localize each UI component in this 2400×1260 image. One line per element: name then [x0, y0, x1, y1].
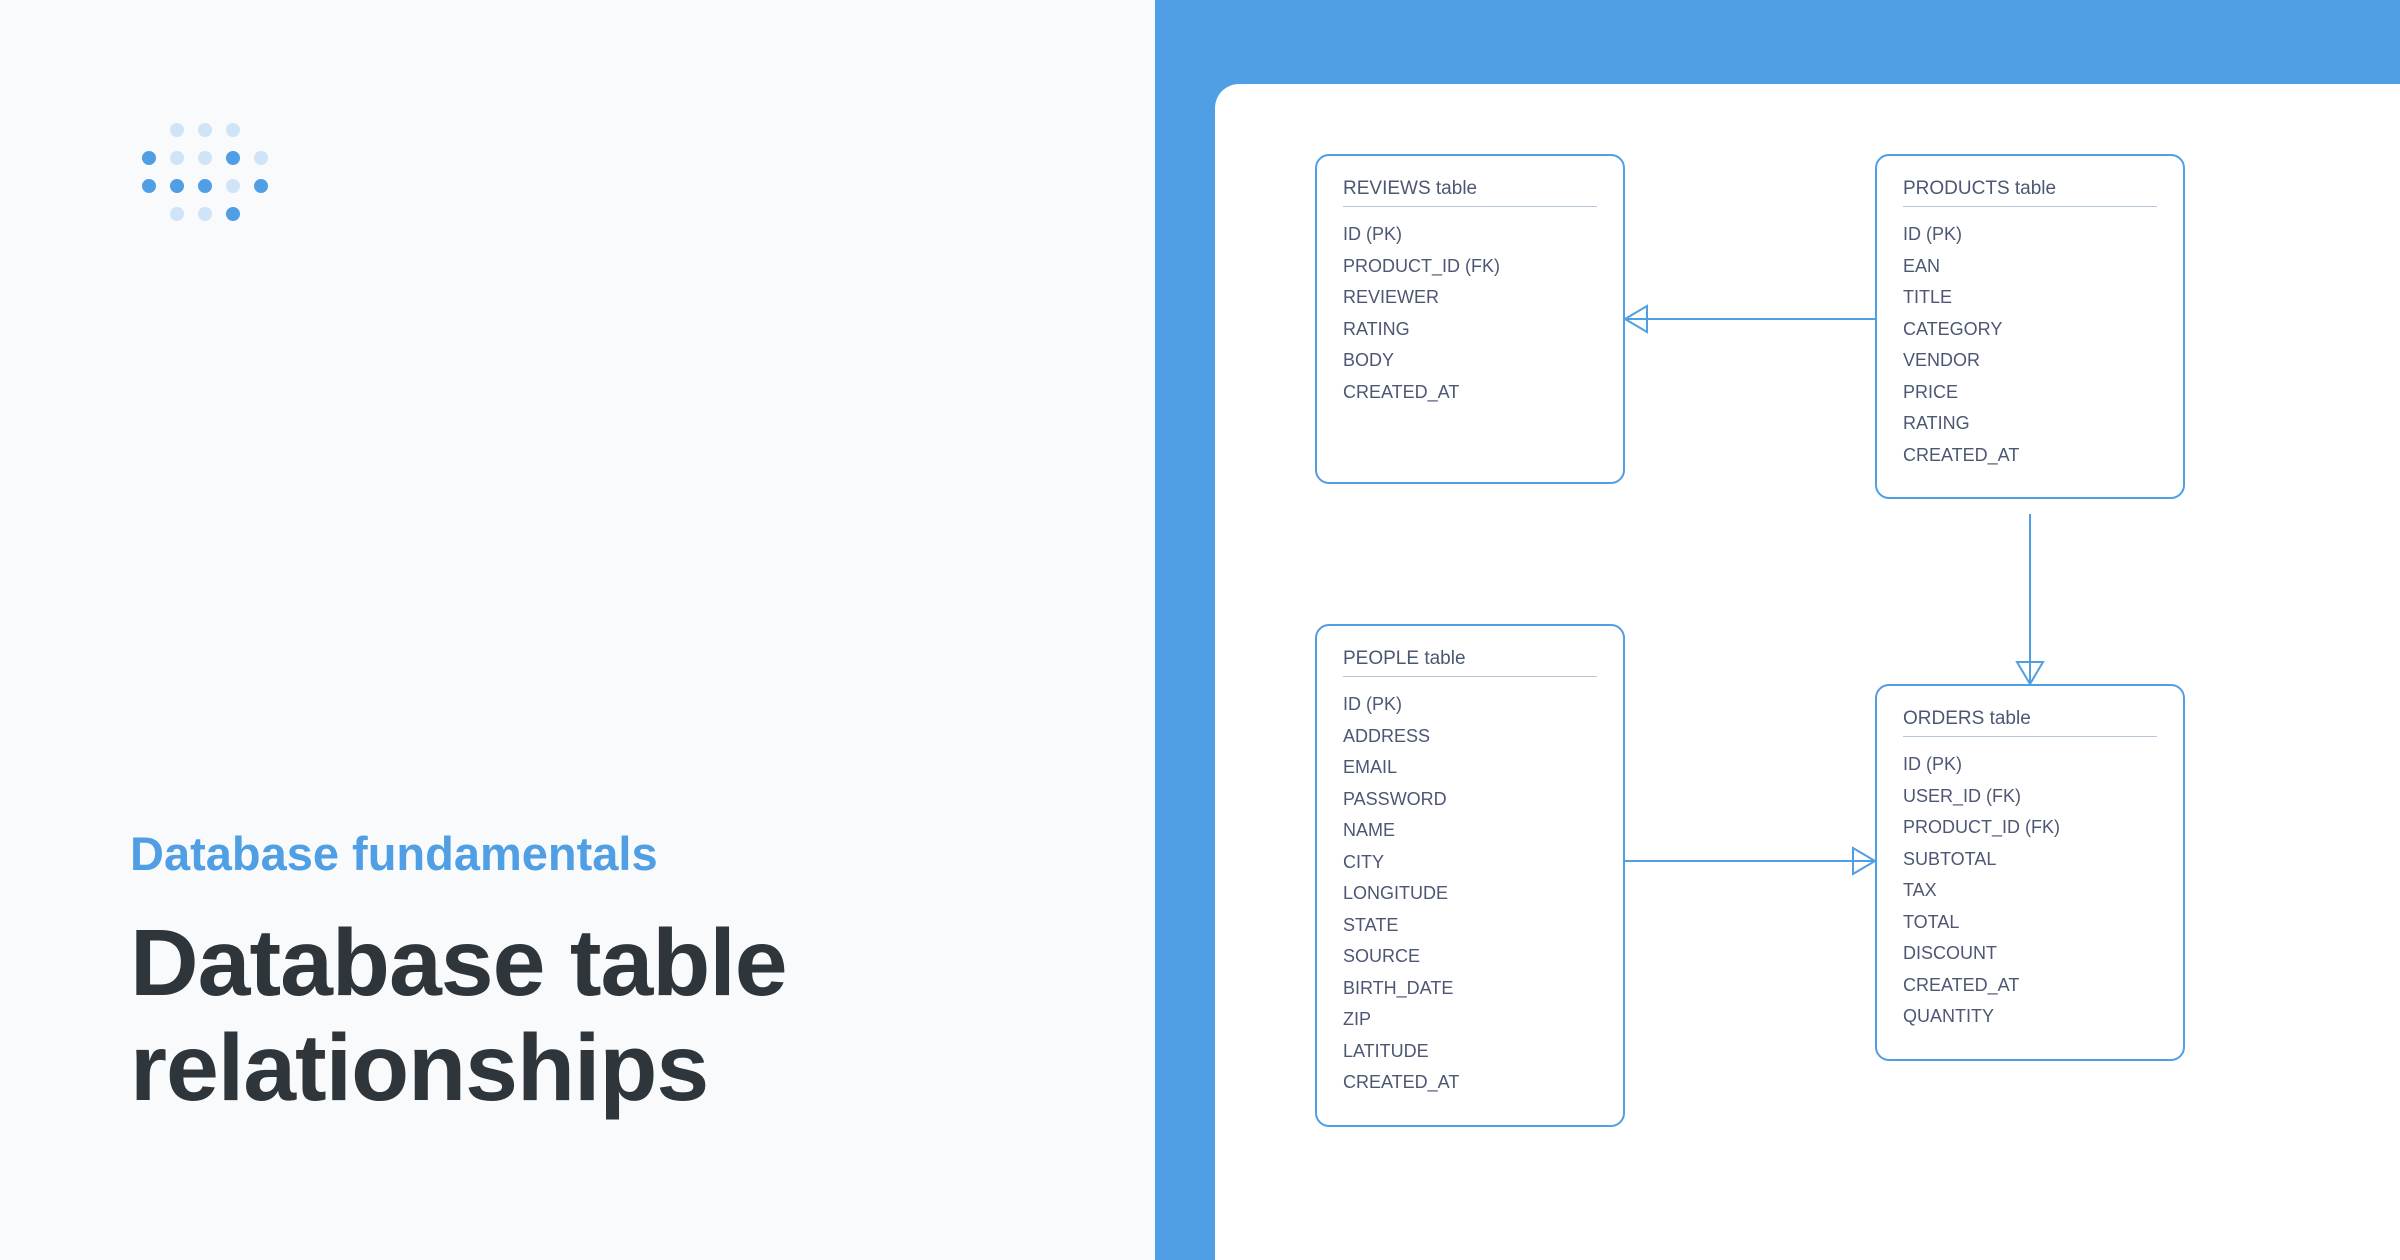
table-reviews: REVIEWS table ID (PK)PRODUCT_ID (FK)REVI… — [1315, 154, 1625, 484]
column-name: DISCOUNT — [1903, 938, 2157, 970]
column-name: CREATED_AT — [1343, 377, 1597, 409]
table-orders: ORDERS table ID (PK)USER_ID (FK)PRODUCT_… — [1875, 684, 2185, 1061]
column-name: NAME — [1343, 815, 1597, 847]
column-name: CATEGORY — [1903, 314, 2157, 346]
column-name: RATING — [1903, 408, 2157, 440]
heading-block: Database fundamentals Database table rel… — [130, 826, 1055, 1120]
column-name: REVIEWER — [1343, 282, 1597, 314]
column-name: CREATED_AT — [1903, 970, 2157, 1002]
column-name: USER_ID (FK) — [1903, 781, 2157, 813]
column-name: EAN — [1903, 251, 2157, 283]
column-name: CITY — [1343, 847, 1597, 879]
table-title: REVIEWS table — [1343, 178, 1597, 207]
table-columns: ID (PK)ADDRESSEMAILPASSWORDNAMECITYLONGI… — [1343, 689, 1597, 1099]
erd-card: REVIEWS table ID (PK)PRODUCT_ID (FK)REVI… — [1215, 84, 2400, 1260]
column-name: ID (PK) — [1343, 219, 1597, 251]
column-name: VENDOR — [1903, 345, 2157, 377]
table-columns: ID (PK)PRODUCT_ID (FK)REVIEWERRATINGBODY… — [1343, 219, 1597, 408]
column-name: QUANTITY — [1903, 1001, 2157, 1033]
column-name: BIRTH_DATE — [1343, 973, 1597, 1005]
column-name: ADDRESS — [1343, 721, 1597, 753]
column-name: SOURCE — [1343, 941, 1597, 973]
column-name: TAX — [1903, 875, 2157, 907]
erd-canvas: REVIEWS table ID (PK)PRODUCT_ID (FK)REVI… — [1315, 154, 2310, 1260]
table-title: PRODUCTS table — [1903, 178, 2157, 207]
column-name: STATE — [1343, 910, 1597, 942]
logo-icon — [130, 120, 285, 230]
eyebrow-text: Database fundamentals — [130, 826, 1055, 881]
column-name: LATITUDE — [1343, 1036, 1597, 1068]
page-title: Database table relationships — [130, 911, 1055, 1120]
column-name: PASSWORD — [1343, 784, 1597, 816]
column-name: ZIP — [1343, 1004, 1597, 1036]
column-name: ID (PK) — [1903, 219, 2157, 251]
column-name: BODY — [1343, 345, 1597, 377]
column-name: ID (PK) — [1903, 749, 2157, 781]
table-title: ORDERS table — [1903, 708, 2157, 737]
column-name: ID (PK) — [1343, 689, 1597, 721]
column-name: SUBTOTAL — [1903, 844, 2157, 876]
right-panel: REVIEWS table ID (PK)PRODUCT_ID (FK)REVI… — [1155, 0, 2400, 1260]
column-name: CREATED_AT — [1343, 1067, 1597, 1099]
column-name: PRICE — [1903, 377, 2157, 409]
column-name: LONGITUDE — [1343, 878, 1597, 910]
column-name: RATING — [1343, 314, 1597, 346]
table-columns: ID (PK)USER_ID (FK)PRODUCT_ID (FK)SUBTOT… — [1903, 749, 2157, 1033]
column-name: TITLE — [1903, 282, 2157, 314]
column-name: TOTAL — [1903, 907, 2157, 939]
table-products: PRODUCTS table ID (PK)EANTITLECATEGORYVE… — [1875, 154, 2185, 499]
column-name: PRODUCT_ID (FK) — [1343, 251, 1597, 283]
column-name: EMAIL — [1343, 752, 1597, 784]
table-columns: ID (PK)EANTITLECATEGORYVENDORPRICERATING… — [1903, 219, 2157, 471]
column-name: CREATED_AT — [1903, 440, 2157, 472]
table-people: PEOPLE table ID (PK)ADDRESSEMAILPASSWORD… — [1315, 624, 1625, 1127]
column-name: PRODUCT_ID (FK) — [1903, 812, 2157, 844]
table-title: PEOPLE table — [1343, 648, 1597, 677]
left-panel: Database fundamentals Database table rel… — [0, 0, 1155, 1260]
